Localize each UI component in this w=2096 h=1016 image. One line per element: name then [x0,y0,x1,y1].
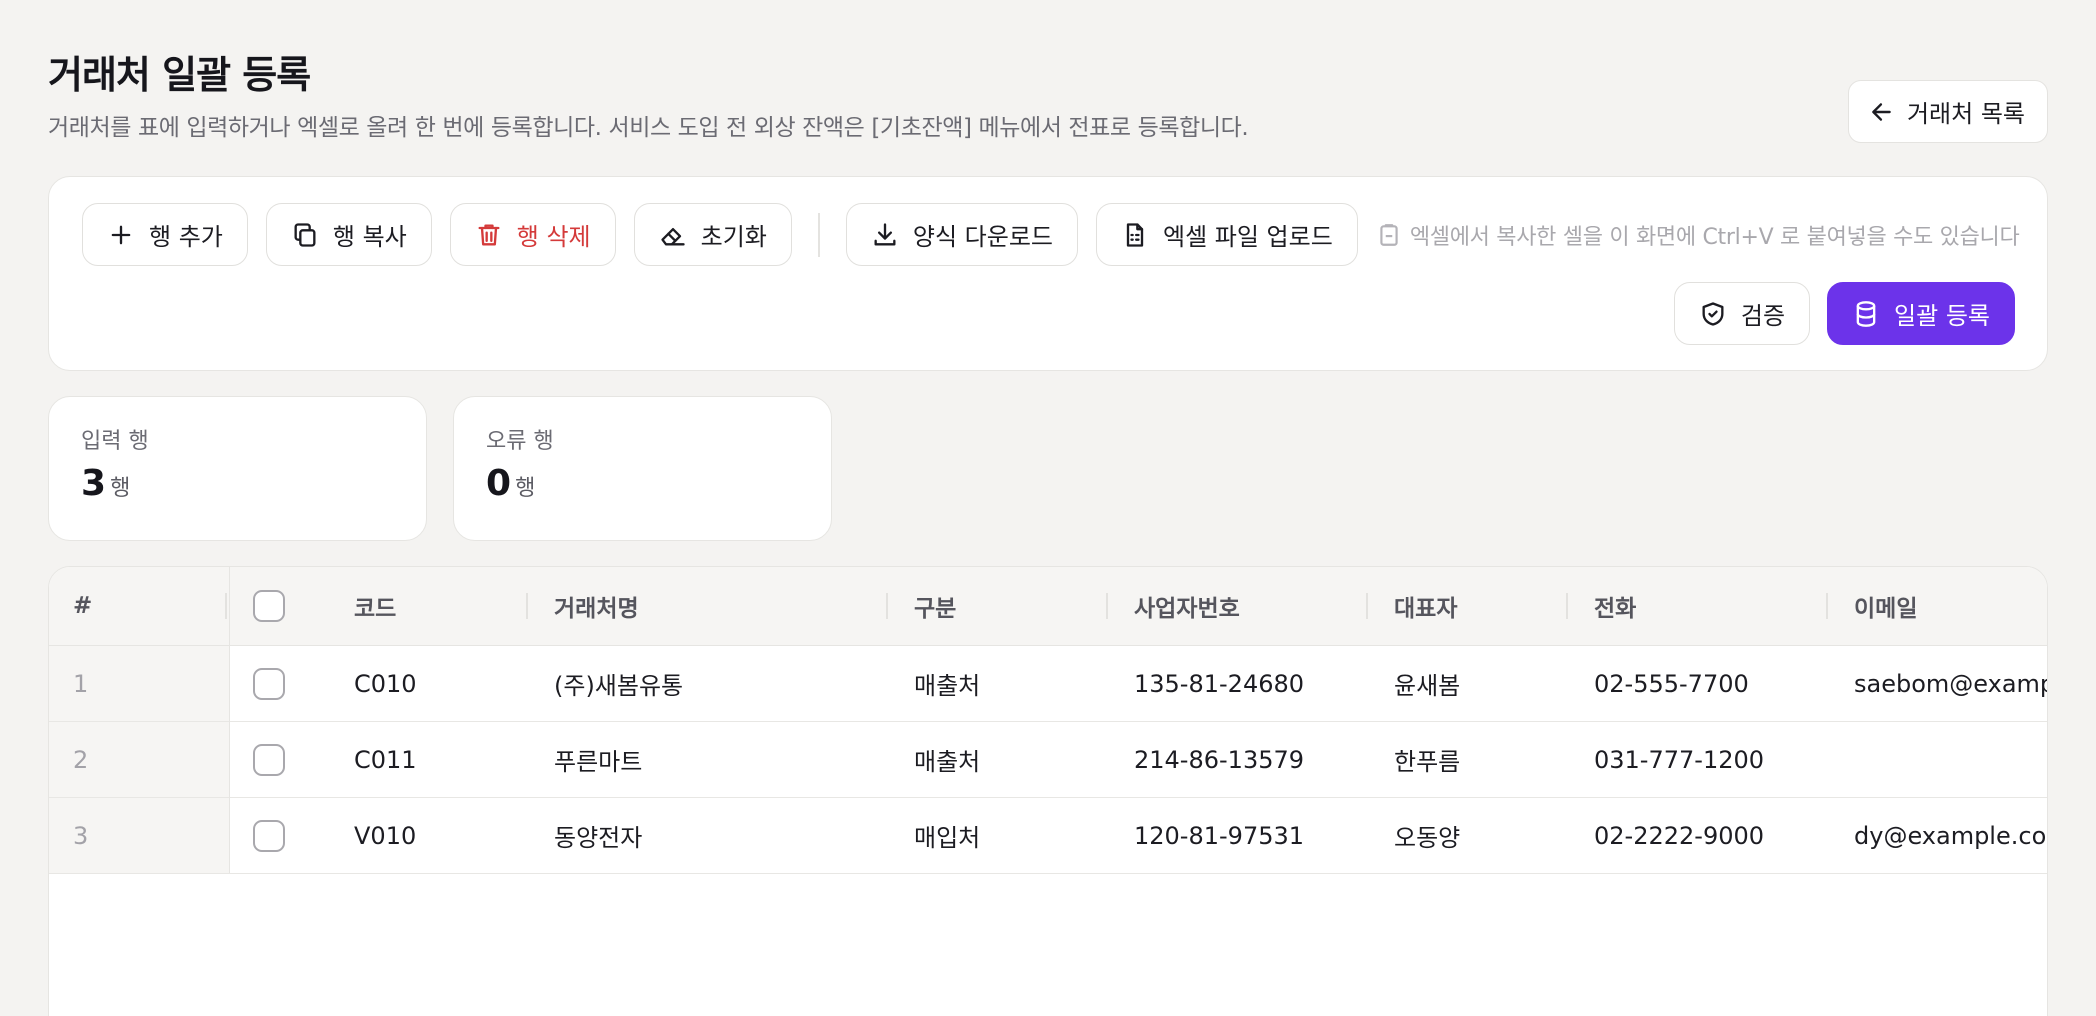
cell-type[interactable]: 매입처 [914,798,980,873]
back-to-list-label: 거래처 목록 [1906,100,2025,128]
row-checkbox[interactable] [253,798,285,873]
page-title: 거래처 일괄 등록 [48,53,311,97]
col-name-header: 거래처명 [554,596,639,622]
reset-button[interactable]: 초기화 [633,203,792,266]
col-email-header: 이메일 [1854,596,1918,622]
shield-check-icon [1702,301,1724,326]
bulk-register-button[interactable]: 일괄 등록 [1827,282,2015,345]
col-separator [1826,593,1828,619]
table-row: 3 V010 동양전자 매입처 120-81-97531 오동양 02-2222… [49,798,2047,874]
cell-phone[interactable]: 031-777-1200 [1594,722,1764,797]
col-index-header: # [73,593,93,619]
error-rows-card: 오류 행 0 행 [453,396,832,541]
checkbox-box [253,819,285,852]
download-template-button[interactable]: 양식 다운로드 [845,203,1078,266]
error-rows-unit: 행 [515,476,536,501]
add-row-button[interactable]: 행 추가 [82,203,248,266]
download-icon [874,222,896,245]
cell-name[interactable]: 동양전자 [554,798,642,873]
row-checkbox[interactable] [253,722,285,797]
copy-icon [294,222,316,247]
cell-phone[interactable]: 02-2222-9000 [1594,798,1764,873]
col-separator [1366,593,1368,619]
plus-icon [111,225,131,244]
page: 거래처 일괄 등록 거래처를 표에 입력하거나 엑셀로 올려 한 번에 등록합니… [0,0,2096,1016]
upload-excel-label: 엑셀 파일 업로드 [1162,223,1333,251]
checkbox-box [253,743,285,776]
customer-table: # 코드 거래처명 구분 사업자번호 대표자 전화 이메일 1 C010 (주)… [48,566,2048,1016]
upload-excel-button[interactable]: 엑셀 파일 업로드 [1095,203,1358,266]
col-separator [526,593,528,619]
checkbox-box [253,590,285,622]
cell-code[interactable]: C011 [354,722,417,797]
cell-type[interactable]: 매출처 [914,722,980,797]
cell-name[interactable]: (주)새봄유통 [554,646,683,721]
page-subtitle: 거래처를 표에 입력하거나 엑셀로 올려 한 번에 등록합니다. 서비스 도입 … [48,115,1249,141]
col-phone-header: 전화 [1594,596,1637,622]
table-header: # 코드 거래처명 구분 사업자번호 대표자 전화 이메일 [49,567,2047,646]
cell-bizno[interactable]: 135-81-24680 [1134,646,1304,721]
eraser-icon [660,227,685,245]
clipboard-icon [1380,223,1398,246]
row-index: 3 [73,821,89,850]
back-to-list-button[interactable]: 거래처 목록 [1847,80,2048,143]
select-all-checkbox[interactable] [253,567,285,645]
add-row-label: 행 추가 [149,223,223,251]
reset-label: 초기화 [700,223,767,251]
cell-phone[interactable]: 02-555-7700 [1594,646,1749,721]
toolbar: 행 추가 행 복사 행 삭제 초기화 양식 다운로드 엑셀 파일 업로드 엑셀에… [48,176,2048,371]
toolbar-divider [817,212,820,257]
col-bizno-header: 사업자번호 [1134,596,1240,622]
cell-code[interactable]: V010 [354,798,416,873]
cell-name[interactable]: 푸른마트 [554,722,642,797]
input-rows-label: 입력 행 [81,429,149,454]
cell-ceo[interactable]: 윤새봄 [1394,646,1460,721]
input-rows-unit: 행 [110,476,131,501]
row-index: 1 [73,669,89,698]
col-separator [886,593,888,619]
delete-row-button[interactable]: 행 삭제 [449,203,616,266]
col-separator [1106,593,1108,619]
cell-bizno[interactable]: 120-81-97531 [1134,798,1304,873]
copy-row-label: 행 복사 [332,223,407,251]
cell-ceo[interactable]: 한푸름 [1394,722,1460,797]
cell-email[interactable]: dy@example.con [1854,798,2047,873]
col-ceo-header: 대표자 [1394,596,1458,622]
download-template-label: 양식 다운로드 [912,223,1053,251]
table-row: 1 C010 (주)새봄유통 매출처 135-81-24680 윤새봄 02-5… [49,646,2047,722]
index-column-border [229,567,230,873]
cell-email[interactable]: saebom@examp [1854,646,2047,721]
input-rows-card: 입력 행 3 행 [48,396,427,541]
error-rows-label: 오류 행 [486,429,554,454]
checkbox-box [253,667,285,700]
col-separator [1566,593,1568,619]
col-type-header: 구분 [914,596,957,622]
validate-label: 검증 [1740,302,1786,330]
copy-row-button[interactable]: 행 복사 [265,203,432,266]
delete-row-label: 행 삭제 [516,223,591,251]
row-checkbox[interactable] [253,646,285,721]
cell-type[interactable]: 매출처 [914,646,980,721]
validate-button[interactable]: 검증 [1673,282,1811,345]
col-separator [225,593,227,619]
col-code-header: 코드 [354,596,397,622]
cell-code[interactable]: C010 [354,646,417,721]
paste-hint-text: 엑셀에서 복사한 셀을 이 화면에 Ctrl+V 로 붙여넣을 수도 있습니다 [1409,224,2020,250]
file-icon [1126,222,1144,247]
database-icon [1856,300,1876,327]
table-row: 2 C011 푸른마트 매출처 214-86-13579 한푸름 031-777… [49,722,2047,798]
input-rows-value: 3 [81,463,107,504]
trash-icon [478,224,500,245]
arrow-left-icon [1872,102,1891,121]
cell-bizno[interactable]: 214-86-13579 [1134,722,1304,797]
error-rows-value: 0 [486,463,512,504]
row-index: 2 [73,745,89,774]
bulk-register-label: 일괄 등록 [1894,302,1990,330]
paste-hint: 엑셀에서 복사한 셀을 이 화면에 Ctrl+V 로 붙여넣을 수도 있습니다 [1376,219,2020,251]
cell-ceo[interactable]: 오동양 [1394,798,1460,873]
